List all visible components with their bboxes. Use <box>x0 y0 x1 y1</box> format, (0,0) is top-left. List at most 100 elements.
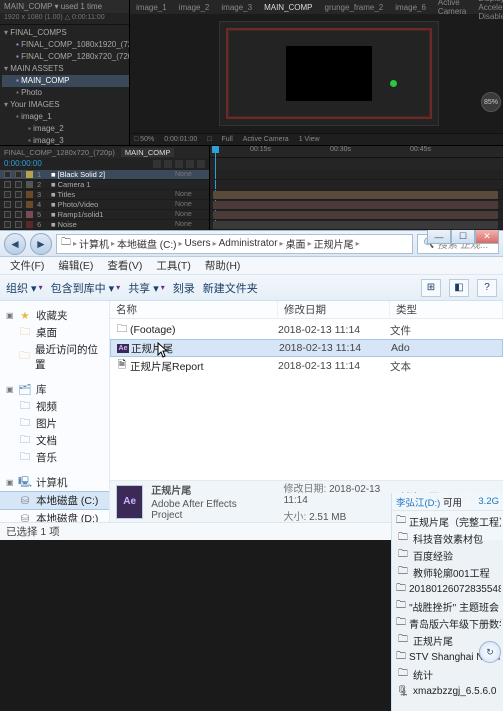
overlay-item[interactable]: 🗀"战胜挫折" 主题班会 <box>394 598 501 615</box>
project-item[interactable]: MAIN ASSETS <box>2 63 129 75</box>
viewer-footer-item[interactable]: 1 View <box>299 134 320 145</box>
menu-item[interactable]: 查看(V) <box>101 258 148 273</box>
menu-item[interactable]: 工具(T) <box>150 258 196 273</box>
file-list[interactable]: 🗀(Footage)2018-02-13 11:14文件Ae正规片尾2018-0… <box>110 319 503 480</box>
viewer-tab[interactable]: image_2 <box>179 3 210 12</box>
timeline-layer[interactable]: 5■ Ramp1/solid1None <box>0 210 209 220</box>
timecode[interactable]: 0:00:00:00 <box>4 158 42 170</box>
breadcrumb-item[interactable]: 计算机 <box>79 236 109 251</box>
overlay-item-list[interactable]: 🗀正规片尾（完整工程）🗀科技音效素材包🗀百度经验🗀教师轮廓001工程🗀20180… <box>392 511 503 711</box>
viewer-tab[interactable]: image_6 <box>395 3 426 12</box>
viewer-tabs[interactable]: image_1 image_2 image_3 MAIN_COMP grunge_fra… <box>130 0 503 14</box>
viewer-footer-item[interactable]: □ 50% <box>134 134 154 145</box>
project-item[interactable]: MAIN_COMP <box>2 75 129 87</box>
preview-pane-button[interactable]: ◧ <box>449 279 469 297</box>
viewer-footer-item[interactable]: □ <box>207 134 211 145</box>
overlay-item[interactable]: 🗀青岛版六年级下册数学单... <box>394 615 501 632</box>
project-item[interactable]: image_1 <box>2 111 129 123</box>
organize-button[interactable]: 组织 ▾ <box>6 280 43 296</box>
new-folder-button[interactable]: 新建文件夹 <box>203 280 258 296</box>
nav-item[interactable]: 🗀最近访问的位置 <box>0 341 109 373</box>
breadcrumb-item[interactable]: 桌面 <box>286 236 306 251</box>
viewer-footer-item[interactable]: Active Camera <box>243 134 289 145</box>
timeline-layers[interactable]: 1■ [Black Solid 2]None2■ Camera 13■ Titl… <box>0 170 209 230</box>
nav-item[interactable]: 🗀桌面 <box>0 324 109 341</box>
project-active-item: MAIN_COMP ▾ used 1 time <box>0 0 129 13</box>
nav-item[interactable]: 🗀图片 <box>0 415 109 432</box>
overlay-item[interactable]: 🗀百度经验 <box>394 547 501 564</box>
nav-item[interactable]: ⛁本地磁盘 (D:) <box>0 510 109 522</box>
timeline-layer[interactable]: 4■ Photo/VideoNone <box>0 200 209 210</box>
timeline-tab[interactable]: FINAL_COMP_1280x720_(720p) <box>4 148 115 157</box>
project-item[interactable]: FINAL_COMP_1080x1920_(720p) <box>2 39 129 51</box>
viewer-footer-item[interactable]: 0:00:01:00 <box>164 134 197 145</box>
nav-item[interactable]: ⛁本地磁盘 (C:) <box>0 491 109 510</box>
help-button[interactable]: ? <box>477 279 497 297</box>
col-type[interactable]: 类型 <box>390 301 503 318</box>
nav-favorites-header[interactable]: ▣★收藏夹 <box>0 307 109 324</box>
folder-icon: 🗜 <box>396 686 410 697</box>
file-row[interactable]: Ae正规片尾2018-02-13 11:14Ado <box>110 339 503 357</box>
folder-icon: 🗀 <box>396 564 410 581</box>
viewer-tab[interactable]: grunge_frame_2 <box>325 3 384 12</box>
nav-item[interactable]: 🗀视频 <box>0 398 109 415</box>
project-tree[interactable]: FINAL_COMPSFINAL_COMP_1080x1920_(720p)FI… <box>0 25 129 147</box>
viewer-footer-item[interactable]: Full <box>222 134 233 145</box>
project-item[interactable]: FINAL_COMP_1280x720_(720p) <box>2 51 129 63</box>
timeline-layer[interactable]: 3■ TitlesNone <box>0 190 209 200</box>
overlay-item[interactable]: 🗀20180126072835548 <box>394 581 501 598</box>
overlay-item[interactable]: 🗀教师轮廓001工程 <box>394 564 501 581</box>
breadcrumb-item[interactable]: Administrator <box>219 238 278 249</box>
breadcrumb-item[interactable]: 正规片尾 <box>314 236 354 251</box>
share-button[interactable]: 共享 ▾ <box>128 280 165 296</box>
viewer-tab[interactable]: image_1 <box>136 3 167 12</box>
viewer-tab[interactable]: image_3 <box>221 3 252 12</box>
project-item[interactable]: Your IMAGES <box>2 99 129 111</box>
breadcrumb-item[interactable]: Users <box>185 238 211 249</box>
timeline-ruler[interactable]: 00:15s00:30s00:45s <box>210 146 503 158</box>
breadcrumb-item[interactable]: 本地磁盘 (C:) <box>117 236 176 251</box>
timeline-tabs[interactable]: FINAL_COMP_1280x720_(720p) MAIN_COMP <box>0 146 209 158</box>
overlay-item[interactable]: 🗀科技音效素材包 <box>394 530 501 547</box>
overlay-drive-header[interactable]: 李弘江(D:) 可用 3.2G <box>392 493 503 511</box>
col-name[interactable]: 名称 <box>110 301 278 318</box>
column-headers[interactable]: 名称 修改日期 类型 <box>110 301 503 319</box>
timeline-tracks-area[interactable]: 00:15s00:30s00:45s <box>210 146 503 230</box>
overlay-item[interactable]: 🗀统计 <box>394 666 501 683</box>
file-row[interactable]: 🗎正规片尾Report2018-02-13 11:14文本 <box>110 357 503 375</box>
col-date[interactable]: 修改日期 <box>278 301 390 318</box>
timeline-layer[interactable]: 2■ Camera 1 <box>0 180 209 190</box>
nav-item[interactable]: 🗀文档 <box>0 432 109 449</box>
address-bar[interactable]: 🗀▸计算机▸本地磁盘 (C:)▸Users▸Administrator▸桌面▸正… <box>56 234 413 254</box>
back-button[interactable]: ◄ <box>4 233 26 255</box>
menu-item[interactable]: 文件(F) <box>4 258 50 273</box>
timeline-layer[interactable]: 1■ [Black Solid 2]None <box>0 170 209 180</box>
maximize-button[interactable]: ☐ <box>451 230 475 244</box>
overlay-item[interactable]: 🗜xmazbzzgj_6.5.6.0 <box>394 683 501 700</box>
viewer-tab[interactable]: MAIN_COMP <box>264 3 312 12</box>
overlay-refresh-button[interactable]: ↻ <box>479 641 501 663</box>
navigation-pane[interactable]: ▣★收藏夹 🗀桌面🗀最近访问的位置 ▣🗂库 🗀视频🗀图片🗀文档🗀音乐 ▣🖳计算机… <box>0 301 110 522</box>
menu-bar[interactable]: 文件(F)编辑(E)查看(V)工具(T)帮助(H) <box>0 257 503 275</box>
overlay-item[interactable]: 🗀正规片尾（完整工程） <box>394 513 501 530</box>
viewer-footer[interactable]: □ 50% 0:00:01:00 □ Full Active Camera 1 View <box>130 133 503 145</box>
timeline-layer[interactable]: 6■ NoiseNone <box>0 220 209 230</box>
nav-computer-header[interactable]: ▣🖳计算机 <box>0 474 109 491</box>
project-item[interactable]: image_2 <box>2 123 129 135</box>
menu-item[interactable]: 帮助(H) <box>199 258 247 273</box>
menu-item[interactable]: 编辑(E) <box>52 258 99 273</box>
file-list-area: 名称 修改日期 类型 🗀(Footage)2018-02-13 11:14文件A… <box>110 301 503 522</box>
minimize-button[interactable]: — <box>427 230 451 244</box>
project-item[interactable]: Photo <box>2 87 129 99</box>
file-row[interactable]: 🗀(Footage)2018-02-13 11:14文件 <box>110 321 503 339</box>
project-item[interactable]: FINAL_COMPS <box>2 27 129 39</box>
burn-button[interactable]: 刻录 <box>173 280 195 296</box>
forward-button[interactable]: ► <box>30 233 52 255</box>
timeline-tab[interactable]: MAIN_COMP <box>121 148 174 157</box>
close-button[interactable]: ✕ <box>475 230 499 244</box>
viewer-canvas[interactable] <box>130 14 503 133</box>
nav-libraries-header[interactable]: ▣🗂库 <box>0 381 109 398</box>
view-options-button[interactable]: ⊞ <box>421 279 441 297</box>
include-in-library-button[interactable]: 包含到库中 ▾ <box>51 280 121 296</box>
nav-item[interactable]: 🗀音乐 <box>0 449 109 466</box>
